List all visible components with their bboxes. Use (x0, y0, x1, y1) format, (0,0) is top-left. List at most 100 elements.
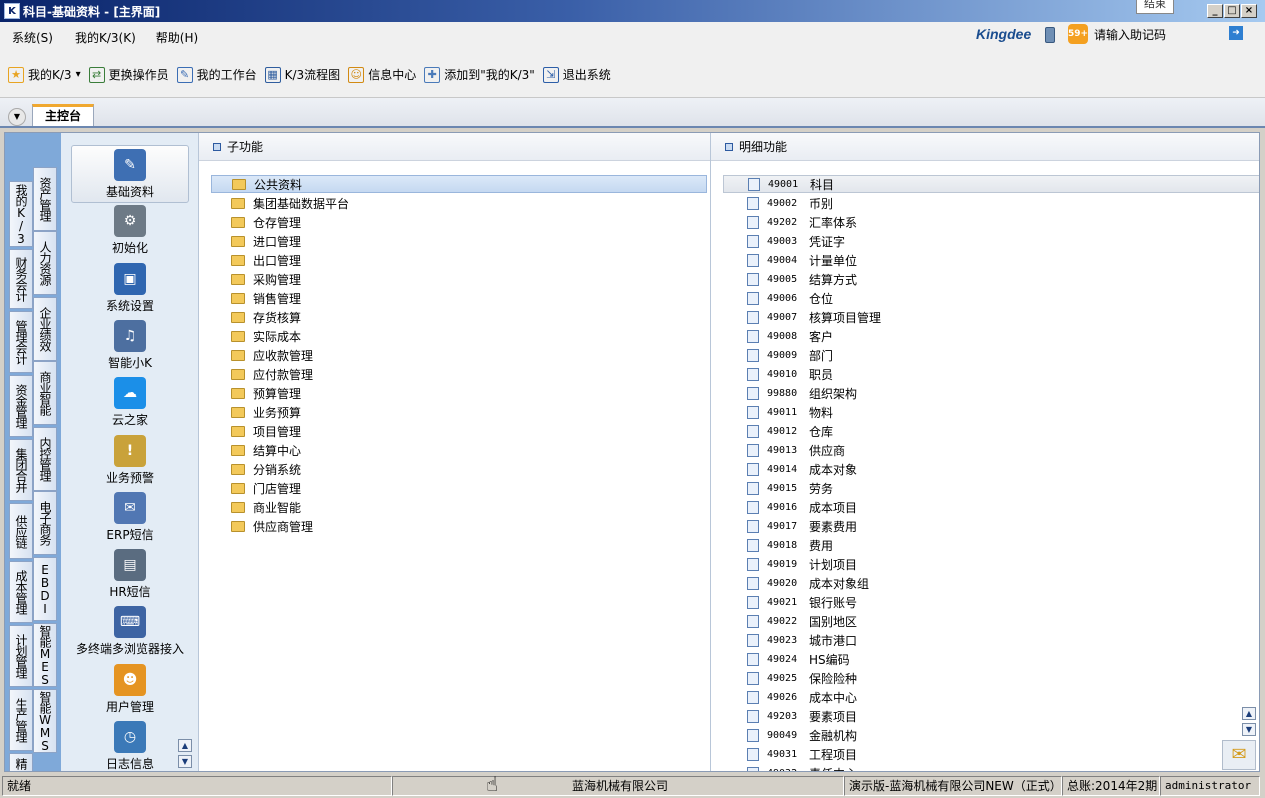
detail-scroll-down-icon[interactable]: ▼ (1242, 723, 1256, 736)
vtab-5[interactable]: 供应链 (9, 503, 33, 559)
detail-function-item[interactable]: 99880 组织架构 (723, 384, 1259, 402)
module-0[interactable]: ✎ 基础资料 (71, 145, 189, 203)
detail-function-item[interactable]: 49026 成本中心 (723, 688, 1259, 706)
toolbar-button-4[interactable]: ☺ 信息中心 (348, 64, 416, 86)
close-button[interactable]: × (1241, 4, 1257, 18)
vtab-6[interactable]: 成本管理 (9, 561, 33, 623)
sub-function-item[interactable]: 项目管理 (211, 422, 707, 440)
sub-function-item[interactable]: 应收款管理 (211, 346, 707, 364)
sub-function-item[interactable]: 出口管理 (211, 251, 707, 269)
detail-function-item[interactable]: 49003 凭证字 (723, 232, 1259, 250)
module-4[interactable]: ☁ 云之家 (71, 374, 189, 432)
detail-function-item[interactable]: 49009 部门 (723, 346, 1259, 364)
toolbar-button-1[interactable]: ⇄ 更换操作员 (88, 64, 169, 86)
toolbar-button-0[interactable]: ★ 我的K/3 ▾ (8, 64, 81, 86)
detail-scroll-up-icon[interactable]: ▲ (1242, 707, 1256, 720)
vtab-col2-5[interactable]: 电子商务 (33, 491, 57, 555)
sub-function-item[interactable]: 实际成本 (211, 327, 707, 345)
module-2[interactable]: ▣ 系统设置 (71, 260, 189, 318)
maximize-button[interactable]: □ (1224, 4, 1240, 18)
go-arrow-icon[interactable]: ➜ (1229, 26, 1243, 40)
sub-function-item[interactable]: 采购管理 (211, 270, 707, 288)
vtab-3[interactable]: 资金管理 (9, 375, 33, 437)
vtab-col2-4[interactable]: 内控管理 (33, 427, 57, 491)
module-9[interactable]: ☻ 用户管理 (71, 661, 189, 719)
toolbar-button-3[interactable]: ▦ K/3流程图 (264, 64, 340, 86)
vtab-4[interactable]: 集团合并 (9, 439, 33, 501)
sub-function-item[interactable]: 仓存管理 (211, 213, 707, 231)
dropdown-arrow-icon[interactable]: ▾ (76, 69, 81, 80)
vtab-1[interactable]: 财务会计 (9, 249, 33, 309)
module-5[interactable]: ! 业务预警 (71, 432, 189, 490)
detail-function-item[interactable]: 49032责任中心 (723, 764, 1259, 771)
sub-function-item[interactable]: 应付款管理 (211, 365, 707, 383)
detail-function-item[interactable]: 49013 供应商 (723, 441, 1259, 459)
module-1[interactable]: ⚙ 初始化 (71, 202, 189, 260)
vtab-col2-1[interactable]: 人力资源 (33, 231, 57, 295)
vtab-7[interactable]: 计划管理 (9, 625, 33, 687)
detail-function-item[interactable]: 49005 结算方式 (723, 270, 1259, 288)
helpcode-input[interactable] (1094, 24, 1224, 44)
vtab-8[interactable]: 生产管理 (9, 689, 33, 751)
detail-function-item[interactable]: 49016 成本项目 (723, 498, 1259, 516)
detail-function-item[interactable]: 49017 要素费用 (723, 517, 1259, 535)
sub-function-item[interactable]: 公共资料 (211, 175, 707, 193)
detail-function-item[interactable]: 49015 劳务 (723, 479, 1259, 497)
vtab-9[interactable]: 精 (9, 753, 33, 771)
module-8[interactable]: ⌨ 多终端多浏览器接入 (71, 603, 189, 661)
vtab-col2-6[interactable]: EBDI (33, 557, 57, 621)
detail-function-item[interactable]: 49010 职员 (723, 365, 1259, 383)
detail-function-item[interactable]: 49006 仓位 (723, 289, 1259, 307)
sub-function-item[interactable]: 存货核算 (211, 308, 707, 326)
online-help-icon[interactable]: 59+ (1068, 24, 1088, 44)
detail-function-item[interactable]: 49021 银行账号 (723, 593, 1259, 611)
detail-function-item[interactable]: 49002 币别 (723, 194, 1259, 212)
detail-function-item[interactable]: 49007 核算项目管理 (723, 308, 1259, 326)
module-10[interactable]: ◷ 日志信息 (71, 718, 189, 771)
detail-function-item[interactable]: 49020 成本对象组 (723, 574, 1259, 592)
sub-function-item[interactable]: 供应商管理 (211, 517, 707, 535)
detail-function-item[interactable]: 49025 保险险种 (723, 669, 1259, 687)
detail-function-item[interactable]: 49019 计划项目 (723, 555, 1259, 573)
detail-function-item[interactable]: 49023 城市港口 (723, 631, 1259, 649)
sub-function-item[interactable]: 分销系统 (211, 460, 707, 478)
scroll-up-icon[interactable]: ▲ (178, 739, 192, 752)
sub-function-item[interactable]: 商业智能 (211, 498, 707, 516)
module-7[interactable]: ▤ HR短信 (71, 546, 189, 604)
toolbar-button-2[interactable]: ✎ 我的工作台 (176, 64, 257, 86)
vtab-col2-2[interactable]: 企业绩效 (33, 297, 57, 361)
detail-function-item[interactable]: 49202 汇率体系 (723, 213, 1259, 231)
vtab-col2-8[interactable]: 智能WMS (33, 689, 57, 753)
detail-function-item[interactable]: 49022 国别地区 (723, 612, 1259, 630)
tab-dropdown-icon[interactable]: ▼ (8, 108, 26, 126)
tab-main-console[interactable]: 主控台 (32, 104, 94, 126)
sub-function-item[interactable]: 预算管理 (211, 384, 707, 402)
phone-icon[interactable] (1045, 27, 1055, 43)
detail-function-item[interactable]: 49012 仓库 (723, 422, 1259, 440)
sub-function-item[interactable]: 销售管理 (211, 289, 707, 307)
menu-help[interactable]: 帮助(H) (156, 29, 198, 46)
sub-function-item[interactable]: 进口管理 (211, 232, 707, 250)
scroll-down-icon[interactable]: ▼ (178, 755, 192, 768)
detail-function-item[interactable]: 49011 物料 (723, 403, 1259, 421)
vtab-col2-0[interactable]: 资产管理 (33, 167, 57, 231)
minimize-button[interactable]: _ (1207, 4, 1223, 18)
mail-icon[interactable]: ✉ (1222, 740, 1256, 770)
vtab-col2-3[interactable]: 商业智能 (33, 361, 57, 425)
sub-function-item[interactable]: 结算中心 (211, 441, 707, 459)
sub-function-item[interactable]: 门店管理 (211, 479, 707, 497)
module-6[interactable]: ✉ ERP短信 (71, 489, 189, 547)
vtab-0[interactable]: 我的K/3 (9, 181, 33, 247)
sub-function-item[interactable]: 业务预算 (211, 403, 707, 421)
detail-function-item[interactable]: 49031 工程项目 (723, 745, 1259, 763)
sub-function-item[interactable]: 集团基础数据平台 (211, 194, 707, 212)
collapse-square-icon[interactable] (725, 142, 733, 151)
detail-function-item[interactable]: 90049 金融机构 (723, 726, 1259, 744)
toolbar-button-6[interactable]: ⇲ 退出系统 (542, 64, 611, 86)
detail-function-item[interactable]: 49203 要素项目 (723, 707, 1259, 725)
menu-system[interactable]: 系统(S) (12, 29, 53, 46)
detail-function-item[interactable]: 49001 科目 (723, 175, 1259, 193)
collapse-square-icon[interactable] (213, 142, 221, 151)
vtab-col2-7[interactable]: 智能MES (33, 623, 57, 687)
detail-function-item[interactable]: 49004 计量单位 (723, 251, 1259, 269)
